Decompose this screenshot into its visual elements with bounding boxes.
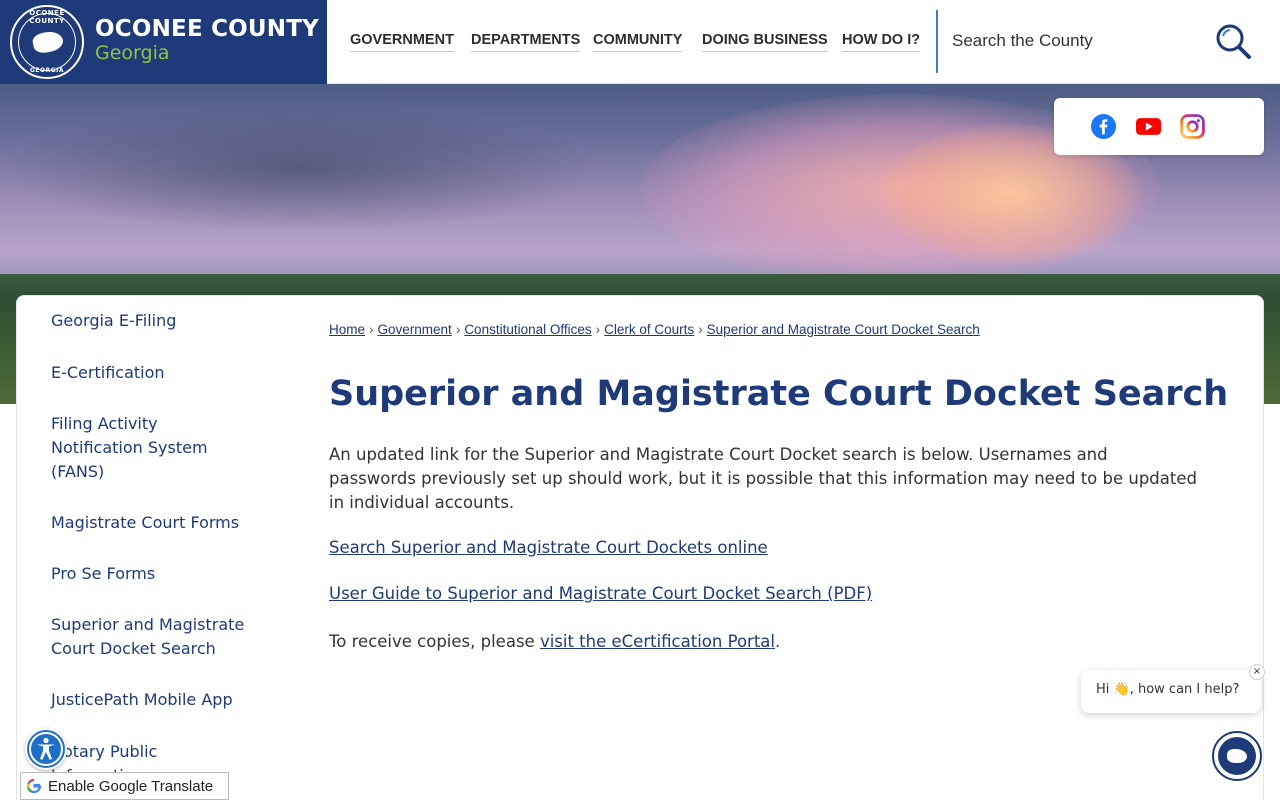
sidebar-item-justicepath[interactable]: JusticePath Mobile App	[51, 688, 233, 712]
banner-cloud	[0, 104, 600, 234]
google-translate-button[interactable]: Enable Google Translate	[20, 772, 229, 800]
brand-block[interactable]: OCONEE COUNTY GEORGIA OCONEE COUNTY Geor…	[0, 0, 327, 84]
breadcrumb: Home › Government › Constitutional Offices › C…	[329, 322, 980, 337]
sidebar-item-georgia-e-filing[interactable]: Georgia E-Filing	[51, 309, 176, 333]
copies-prefix: To receive copies, please	[329, 632, 540, 651]
sidebar-item-docket-search[interactable]: Superior and Magistrate Court Docket Sea…	[51, 613, 271, 661]
accessibility-icon	[29, 732, 63, 766]
chat-greeting-bubble[interactable]: Hi 👋, how can I help?	[1081, 670, 1261, 713]
breadcrumb-home[interactable]: Home	[329, 322, 365, 337]
site-header: OCONEE COUNTY GEORGIA OCONEE COUNTY Geor…	[0, 0, 1280, 84]
sidebar-item-magistrate-forms[interactable]: Magistrate Court Forms	[51, 511, 239, 535]
breadcrumb-clerk-of-courts[interactable]: Clerk of Courts	[604, 322, 694, 337]
nav-community[interactable]: COMMUNITY	[593, 32, 683, 52]
breadcrumb-separator: ›	[595, 322, 601, 337]
youtube-icon[interactable]	[1136, 114, 1161, 139]
county-map-shape	[1227, 749, 1247, 763]
breadcrumb-current[interactable]: Superior and Magistrate Court Docket Sea…	[707, 322, 980, 337]
county-seal-icon: OCONEE COUNTY GEORGIA	[10, 5, 84, 79]
search-input[interactable]	[952, 24, 1202, 58]
nav-how-do-i[interactable]: HOW DO I?	[842, 32, 921, 52]
sidebar-item-e-certification[interactable]: E-Certification	[51, 361, 165, 385]
breadcrumb-constitutional-offices[interactable]: Constitutional Offices	[464, 322, 591, 337]
instagram-icon[interactable]	[1180, 114, 1205, 139]
user-guide-pdf-link[interactable]: User Guide to Superior and Magistrate Co…	[329, 584, 872, 603]
nav-departments[interactable]: DEPARTMENTS	[471, 32, 581, 52]
search-icon[interactable]	[1214, 22, 1252, 60]
breadcrumb-separator: ›	[455, 322, 461, 337]
sidebar-item-fans[interactable]: Filing Activity Notification System (FAN…	[51, 412, 241, 484]
content-card: Georgia E-Filing E-Certification Filing …	[16, 295, 1264, 800]
chat-avatar-icon	[1218, 737, 1256, 775]
copies-suffix: .	[775, 632, 781, 651]
facebook-icon[interactable]	[1091, 114, 1116, 139]
nav-government[interactable]: GOVERNMENT	[350, 32, 454, 52]
county-map-shape	[31, 29, 65, 55]
breadcrumb-government[interactable]: Government	[378, 322, 452, 337]
google-translate-icon	[26, 778, 42, 794]
copies-paragraph: To receive copies, please visit the eCer…	[329, 630, 1199, 654]
ecertification-portal-link[interactable]: visit the eCertification Portal	[540, 632, 775, 651]
brand-subtitle: Georgia	[95, 42, 170, 64]
nav-doing-business[interactable]: DOING BUSINESS	[702, 32, 828, 52]
accessibility-button[interactable]	[25, 728, 67, 770]
chat-close-button[interactable]: ×	[1249, 664, 1265, 680]
breadcrumb-separator: ›	[698, 322, 703, 337]
docket-search-link[interactable]: Search Superior and Magistrate Court Doc…	[329, 538, 768, 557]
intro-paragraph: An updated link for the Superior and Mag…	[329, 445, 1197, 512]
sidebar-item-pro-se-forms[interactable]: Pro Se Forms	[51, 562, 155, 586]
chat-launcher-button[interactable]	[1212, 731, 1262, 781]
nav-divider	[936, 10, 938, 73]
seal-bottom-text: GEORGIA	[29, 67, 65, 74]
breadcrumb-separator: ›	[369, 322, 374, 337]
brand-name: OCONEE COUNTY	[95, 16, 319, 42]
social-links	[1054, 98, 1264, 155]
google-translate-label: Enable Google Translate	[48, 778, 214, 795]
page-title: Superior and Magistrate Court Docket Sea…	[329, 374, 1229, 414]
seal-ring	[18, 13, 76, 71]
